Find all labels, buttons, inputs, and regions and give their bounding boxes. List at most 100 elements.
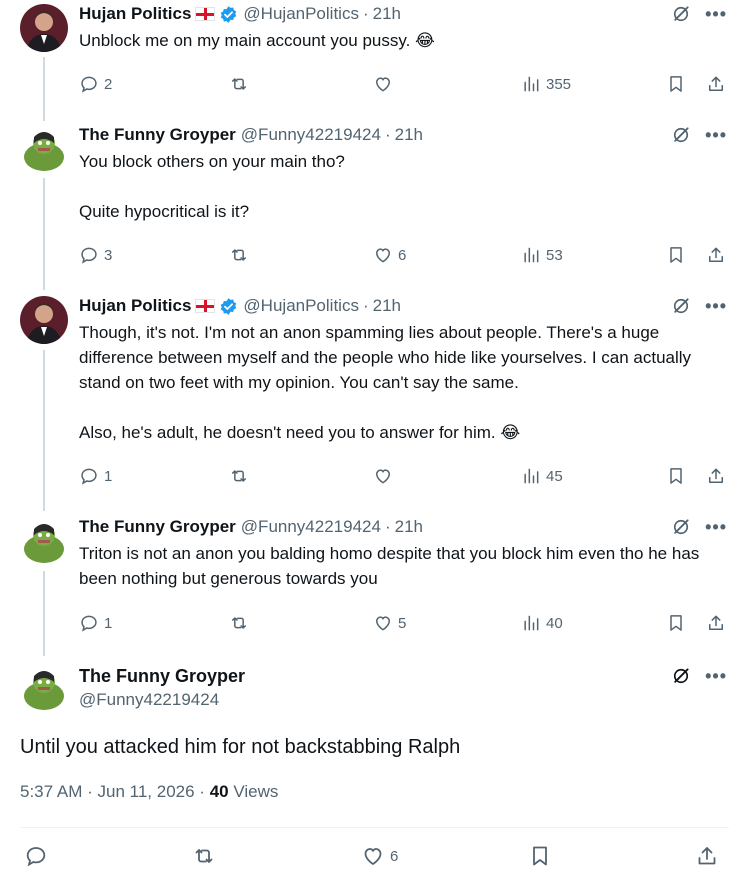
retweet-button[interactable] xyxy=(229,245,254,265)
retweet-button[interactable] xyxy=(229,613,254,633)
like-button[interactable]: 6 xyxy=(373,245,406,265)
bookmark-button[interactable] xyxy=(666,245,686,265)
reply-button[interactable] xyxy=(24,844,48,868)
grok-icon[interactable] xyxy=(671,4,691,24)
avatar[interactable] xyxy=(20,517,68,565)
bookmark-button[interactable] xyxy=(666,466,686,486)
share-icon xyxy=(709,468,723,483)
bookmark-icon xyxy=(670,76,682,92)
more-icon[interactable]: ••• xyxy=(705,666,727,686)
views-count: 45 xyxy=(546,467,563,485)
tweet-text: You block others on your main tho? Quite… xyxy=(79,152,345,221)
tweet-actions: 1 45 xyxy=(79,465,727,487)
share-button[interactable] xyxy=(706,613,726,633)
tweet-text: Unblock me on my main account you pussy.… xyxy=(79,31,435,50)
avatar[interactable] xyxy=(20,125,68,173)
more-icon[interactable]: ••• xyxy=(705,125,727,145)
like-button[interactable]: 6 xyxy=(361,844,398,868)
avatar[interactable] xyxy=(20,4,68,52)
like-icon xyxy=(375,248,391,263)
avatar[interactable] xyxy=(20,664,68,712)
reply-icon xyxy=(81,76,97,93)
separator-dot: · xyxy=(199,782,205,801)
focus-tweet-text: Until you attacked him for not backstabb… xyxy=(20,736,461,758)
divider xyxy=(20,827,729,828)
reply-count: 2 xyxy=(104,75,113,93)
grok-icon[interactable] xyxy=(671,125,691,145)
grok-icon[interactable] xyxy=(671,517,691,537)
views-icon xyxy=(524,468,539,484)
avatar[interactable] xyxy=(20,296,68,344)
display-name[interactable]: The Funny Groyper xyxy=(79,517,236,537)
bookmark-button[interactable] xyxy=(666,613,686,633)
views-button[interactable]: 355 xyxy=(521,74,571,94)
bookmark-icon xyxy=(670,468,682,484)
tweet-text: Triton is not an anon you balding homo d… xyxy=(79,544,705,588)
separator-dot: · xyxy=(362,296,369,315)
more-icon[interactable]: ••• xyxy=(705,296,727,316)
reply-button[interactable]: 3 xyxy=(79,245,112,265)
verified-icon[interactable] xyxy=(219,297,238,316)
like-count: 5 xyxy=(398,614,407,632)
reply-button[interactable]: 1 xyxy=(79,613,112,633)
thread-line xyxy=(43,178,45,290)
tweet-text: Though, it's not. I'm not an anon spammi… xyxy=(79,323,692,442)
more-icon[interactable]: ••• xyxy=(705,517,727,537)
share-button[interactable] xyxy=(706,466,726,486)
views-button[interactable]: 53 xyxy=(521,245,563,265)
tweet-meta: 5:37 AM · Jun 11, 2026 · 40 Views xyxy=(20,782,278,802)
handle[interactable]: @Funny42219424 xyxy=(241,125,381,145)
share-button[interactable] xyxy=(695,844,719,868)
retweet-button[interactable] xyxy=(229,466,254,486)
like-count: 6 xyxy=(398,246,407,264)
share-button[interactable] xyxy=(706,245,726,265)
thread-line xyxy=(43,571,45,656)
display-name[interactable]: The Funny Groyper xyxy=(79,125,236,145)
separator-dot: · xyxy=(384,125,391,144)
retweet-button[interactable] xyxy=(192,844,216,868)
thread-line xyxy=(43,57,45,121)
retweet-button[interactable] xyxy=(229,74,254,94)
views-button[interactable]: 45 xyxy=(521,466,563,486)
handle[interactable]: @Funny42219424 xyxy=(79,688,245,712)
tweet-actions: 2 355 xyxy=(79,73,727,95)
like-button[interactable]: 5 xyxy=(373,613,406,633)
grok-icon[interactable] xyxy=(671,296,691,316)
handle[interactable]: @Funny42219424 xyxy=(241,517,381,537)
verified-icon[interactable] xyxy=(219,5,238,24)
retweet-icon xyxy=(232,249,246,261)
views-button[interactable]: 40 xyxy=(521,613,563,633)
views-count: 53 xyxy=(546,246,563,264)
reply-icon xyxy=(81,468,97,485)
display-name[interactable]: Hujan Politics xyxy=(79,4,191,24)
reply-button[interactable]: 2 xyxy=(79,74,112,94)
share-button[interactable] xyxy=(706,74,726,94)
views-count: 40 xyxy=(209,782,229,801)
reply-count: 1 xyxy=(104,614,113,632)
share-icon xyxy=(709,615,723,630)
timestamp[interactable]: 21h xyxy=(395,517,423,537)
post-time[interactable]: 5:37 AM xyxy=(20,782,82,801)
share-icon xyxy=(709,247,723,262)
thread-line xyxy=(43,350,45,511)
like-button[interactable] xyxy=(373,466,398,486)
display-name[interactable]: The Funny Groyper xyxy=(79,664,245,688)
grok-icon[interactable] xyxy=(671,666,691,686)
timestamp[interactable]: 21h xyxy=(373,4,401,24)
more-icon[interactable]: ••• xyxy=(705,4,727,24)
handle[interactable]: @HujanPolitics xyxy=(243,296,359,316)
views-icon xyxy=(524,615,539,631)
tweet-actions: 1 5 40 xyxy=(79,612,727,634)
reply-button[interactable]: 1 xyxy=(79,466,112,486)
bookmark-button[interactable] xyxy=(528,844,552,868)
timestamp[interactable]: 21h xyxy=(373,296,401,316)
timestamp[interactable]: 21h xyxy=(395,125,423,145)
post-date[interactable]: Jun 11, 2026 xyxy=(98,782,195,801)
handle[interactable]: @HujanPolitics xyxy=(243,4,359,24)
bookmark-icon xyxy=(670,247,682,263)
reply-icon xyxy=(81,247,97,264)
tweet-actions: 3 6 53 xyxy=(79,244,727,266)
display-name[interactable]: Hujan Politics xyxy=(79,296,191,316)
like-button[interactable] xyxy=(373,74,398,94)
bookmark-button[interactable] xyxy=(666,74,686,94)
